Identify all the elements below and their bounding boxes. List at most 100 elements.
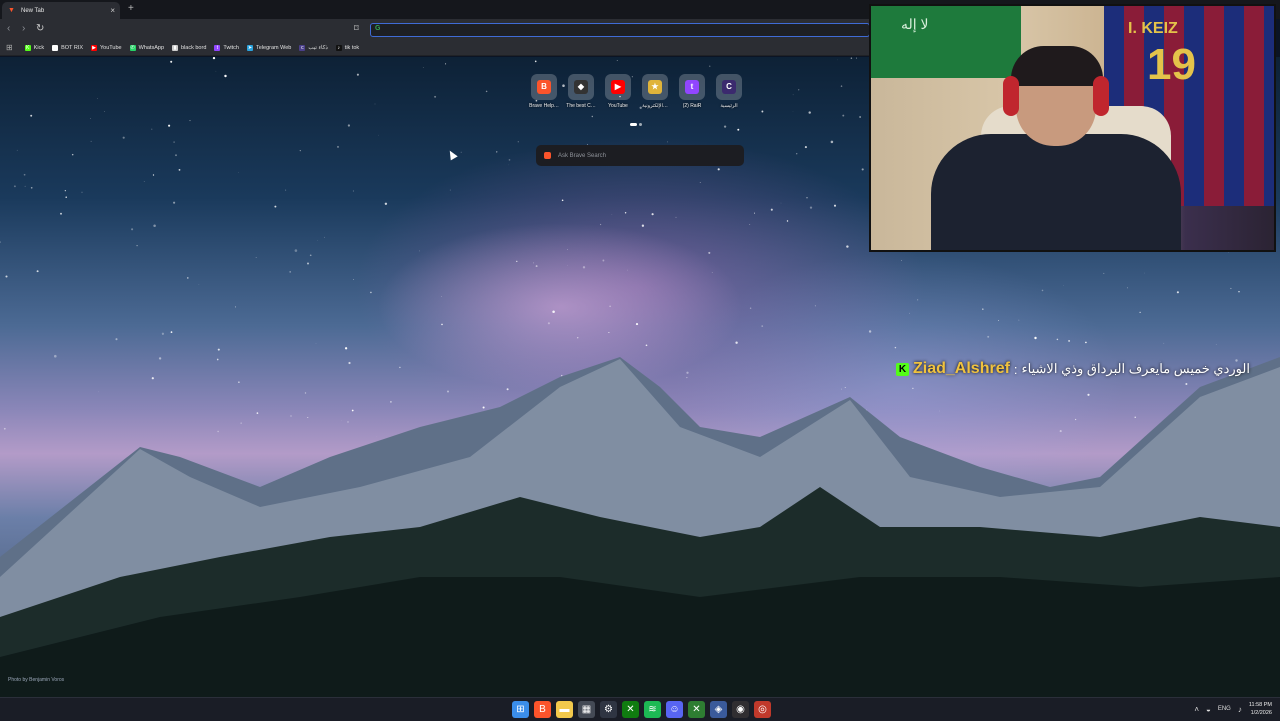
top-site-label: The best C… bbox=[566, 103, 595, 109]
headset-icon bbox=[1093, 76, 1109, 116]
xbox-icon[interactable]: ✕ bbox=[622, 701, 639, 718]
flag: لا إله bbox=[871, 6, 1021, 78]
start-icon[interactable]: ⊞ bbox=[512, 701, 529, 718]
volume-icon[interactable]: ♪ bbox=[1238, 705, 1242, 714]
bookmark-label: Telegram Web bbox=[256, 45, 291, 51]
brave-icon bbox=[544, 152, 551, 159]
clock[interactable]: 11:58 PM 1/2/2026 bbox=[1249, 701, 1272, 717]
brave-icon: ▼ bbox=[8, 7, 16, 15]
bookmark-item[interactable]: ▮black bord bbox=[172, 45, 206, 51]
streamer-body bbox=[931, 134, 1181, 252]
jersey-number: 19 bbox=[1147, 40, 1196, 90]
settings-icon[interactable]: ⚙ bbox=[600, 701, 617, 718]
obs-icon[interactable]: ◉ bbox=[732, 701, 749, 718]
bookmark-item[interactable]: ▶YouTube bbox=[91, 45, 122, 51]
chat-message: الوردي خميس مايعرف البرداق وذي الاشياء bbox=[1022, 361, 1250, 377]
top-site-icon-frame: B bbox=[531, 74, 557, 100]
address-bar[interactable]: G bbox=[370, 23, 870, 37]
discord-icon[interactable]: ☺ bbox=[666, 701, 683, 718]
top-site-favicon-icon: B bbox=[537, 80, 551, 94]
top-site-tile[interactable]: t (2) RaiR bbox=[678, 74, 706, 109]
top-site-favicon-icon: ▶ bbox=[611, 80, 625, 94]
top-site-tile[interactable]: ▶ YouTube bbox=[604, 74, 632, 109]
webcam-overlay: لا إله I. KEIZ 19 bbox=[869, 4, 1276, 252]
brave-icon[interactable]: B bbox=[534, 701, 551, 718]
bookmark-favicon-icon: ◆ bbox=[52, 45, 58, 51]
bookmark-item[interactable]: ♪tik tok bbox=[336, 45, 359, 51]
reload-icon[interactable]: ↻ bbox=[36, 23, 44, 34]
explorer-icon[interactable]: ▬ bbox=[556, 701, 573, 718]
top-site-favicon-icon: C bbox=[722, 80, 736, 94]
flag-text: لا إله bbox=[901, 16, 929, 33]
bookmark-favicon-icon: ✆ bbox=[130, 45, 136, 51]
bookmark-label: Twitch bbox=[223, 45, 239, 51]
language-indicator[interactable]: ENG bbox=[1218, 706, 1231, 712]
streamer-hair bbox=[1011, 46, 1103, 86]
wifi-icon[interactable]: ◒ bbox=[1206, 705, 1211, 714]
pager-dot[interactable] bbox=[639, 123, 642, 126]
close-icon[interactable]: × bbox=[110, 6, 115, 15]
bookmark-label: black bord bbox=[181, 45, 206, 51]
top-site-label: YouTube bbox=[608, 103, 628, 109]
taskbar-apps: ⊞ B ▬ ▦ ⚙ ✕ ≋ ☺ ✕ ◈ ◉ ◎ bbox=[512, 701, 771, 718]
tab-new-tab[interactable]: ▼ New Tab × bbox=[2, 2, 120, 19]
apps-grid-icon[interactable]: ⊞ bbox=[6, 43, 13, 52]
search-engine-icon: G bbox=[375, 25, 380, 32]
chevron-up-icon[interactable]: ˄ bbox=[1194, 705, 1199, 714]
top-site-favicon-icon: t bbox=[685, 80, 699, 94]
top-site-icon-frame: t bbox=[679, 74, 705, 100]
jersey-name: I. KEIZ bbox=[1128, 20, 1178, 38]
bookmark-favicon-icon: ▮ bbox=[172, 45, 178, 51]
headset-icon bbox=[1003, 76, 1019, 116]
top-site-tile[interactable]: C الرئيسية bbox=[715, 74, 743, 109]
bookmark-item[interactable]: ➤Telegram Web bbox=[247, 45, 291, 51]
top-site-label: الإلكترونية… bbox=[642, 103, 668, 109]
top-site-icon-frame: ▶ bbox=[605, 74, 631, 100]
bookmark-label: tik tok bbox=[345, 45, 359, 51]
bookmark-item[interactable]: cذكاء تيب bbox=[299, 45, 327, 51]
top-site-icon-frame: ◆ bbox=[568, 74, 594, 100]
spotify-icon[interactable]: ≋ bbox=[644, 701, 661, 718]
taskbar: ⊞ B ▬ ▦ ⚙ ✕ ≋ ☺ ✕ ◈ ◉ ◎ ˄ ◒ ENG ♪ 11:58 PM 1/2/2026 bbox=[0, 697, 1280, 721]
clock-date: 1/2/2026 bbox=[1251, 709, 1272, 717]
brave-search-box[interactable]: Ask Brave Search bbox=[536, 145, 744, 166]
tab-title: New Tab bbox=[21, 8, 110, 14]
pager-dot-active[interactable] bbox=[630, 123, 637, 126]
xbox-app-icon[interactable]: ✕ bbox=[688, 701, 705, 718]
shield-icon[interactable]: ◈ bbox=[710, 701, 727, 718]
chat-overlay: K Ziad_Alshref : الوردي خميس مايعرف البر… bbox=[896, 360, 1250, 378]
photo-credit[interactable]: Photo by Benjamin Voros bbox=[8, 677, 64, 683]
bookmark-item[interactable]: ✆WhatsApp bbox=[130, 45, 164, 51]
back-icon[interactable]: ‹ bbox=[7, 23, 10, 34]
top-site-label: الرئيسية bbox=[720, 103, 737, 109]
top-site-label: (2) RaiR bbox=[683, 103, 702, 109]
search-placeholder: Ask Brave Search bbox=[558, 153, 606, 159]
top-site-favicon-icon: ★ bbox=[648, 80, 662, 94]
top-site-icon-frame: ★ bbox=[642, 74, 668, 100]
bookmark-label: YouTube bbox=[100, 45, 122, 51]
clock-time: 11:58 PM bbox=[1249, 701, 1272, 709]
new-tab-button[interactable]: + bbox=[128, 3, 134, 14]
bookmark-label: ذكاء تيب bbox=[308, 45, 327, 51]
app-icon[interactable]: ◎ bbox=[754, 701, 771, 718]
bookmark-favicon-icon: ▶ bbox=[91, 45, 97, 51]
bookmark-favicon-icon: K bbox=[25, 45, 31, 51]
bookmark-label: Kick bbox=[34, 45, 44, 51]
bookmarks-bar: ⊞ KKick ◆BOT RIX ▶YouTube ✆WhatsApp ▮black b… bbox=[0, 40, 870, 56]
top-site-favicon-icon: ◆ bbox=[574, 80, 588, 94]
calculator-icon[interactable]: ▦ bbox=[578, 701, 595, 718]
top-site-tile[interactable]: ◆ The best C… bbox=[567, 74, 595, 109]
bookmark-item[interactable]: tTwitch bbox=[214, 45, 239, 51]
top-site-tile[interactable]: BBrave Help… bbox=[530, 74, 558, 109]
top-sites-pager[interactable] bbox=[630, 123, 642, 126]
top-site-tile[interactable]: ★ الإلكترونية… bbox=[641, 74, 669, 109]
bookmark-favicon-icon: ♪ bbox=[336, 45, 342, 51]
bookmark-favicon-icon: t bbox=[214, 45, 220, 51]
toolbar: ‹ › ↻ ⌑ G bbox=[0, 19, 870, 40]
bookmark-item[interactable]: ◆BOT RIX bbox=[52, 45, 83, 51]
bookmark-item[interactable]: KKick bbox=[25, 45, 44, 51]
top-site-icon-frame: C bbox=[716, 74, 742, 100]
forward-icon[interactable]: › bbox=[22, 23, 25, 34]
bookmark-icon[interactable]: ⌑ bbox=[354, 23, 359, 34]
chat-separator: : bbox=[1014, 362, 1018, 377]
